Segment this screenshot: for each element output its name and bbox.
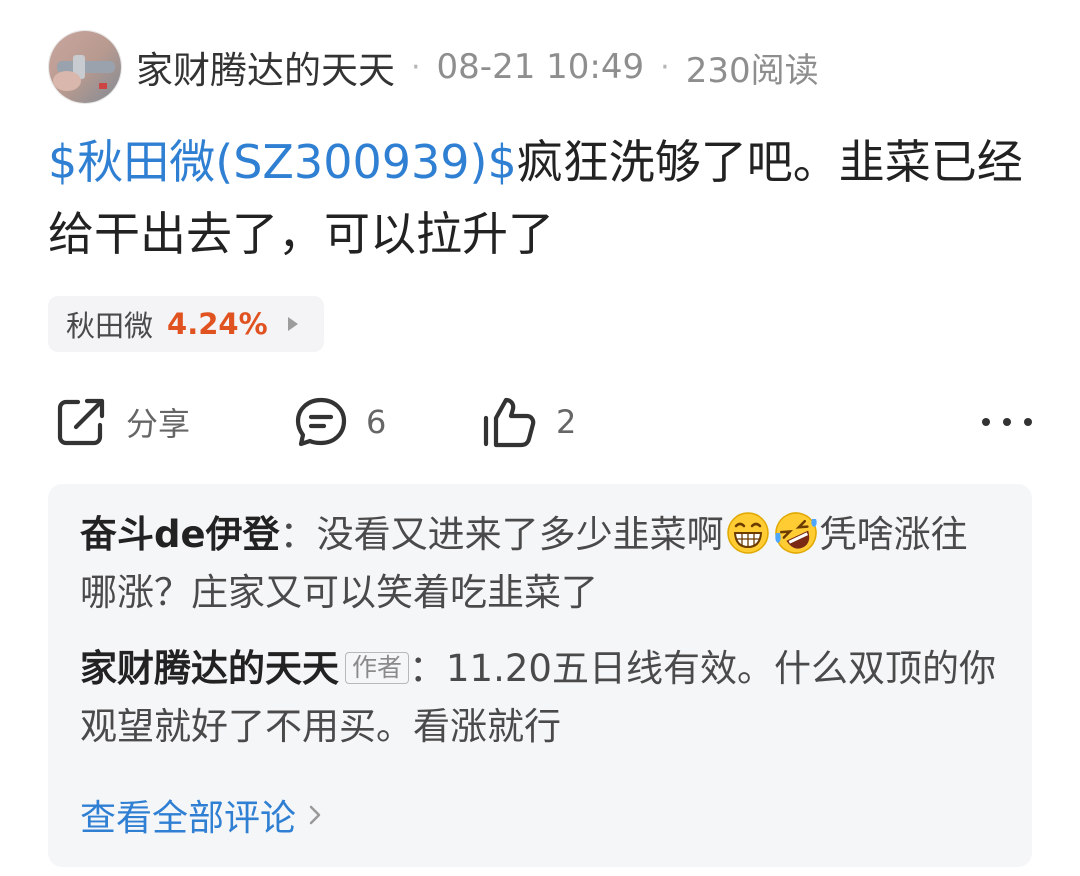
stock-link[interactable]: $秋田微(SZ300939)$ bbox=[48, 135, 517, 189]
post-body: $秋田微(SZ300939)$疯狂洗够了吧。韭菜已经给干出去了，可以拉升了 bbox=[48, 126, 1038, 270]
comment-item[interactable]: 家财腾达的天天 作者 ：11.20五日线有效。什么双顶的你观望就好了不用买。看涨就行 bbox=[80, 640, 1000, 756]
play-arrow-icon bbox=[287, 317, 298, 331]
action-bar: 分享 6 2 bbox=[48, 390, 1032, 454]
more-dots-icon bbox=[982, 418, 990, 426]
comment-text: 没看又进来了多少韭菜啊 bbox=[316, 513, 724, 556]
like-button[interactable]: 2 bbox=[480, 390, 576, 454]
like-count: 2 bbox=[556, 403, 577, 441]
comment-colon: ： bbox=[279, 513, 317, 556]
comment-button[interactable]: 6 bbox=[294, 390, 386, 454]
more-dots-icon bbox=[1024, 418, 1032, 426]
view-all-comments-link[interactable]: 查看全部评论 bbox=[80, 789, 322, 841]
stock-name: 秋田微 bbox=[66, 309, 154, 343]
comment-item[interactable]: 奋斗de伊登：没看又进来了多少韭菜啊 凭啥涨往哪涨？庄家又可以笑着吃韭菜了 bbox=[80, 506, 1000, 622]
author-name[interactable]: 家财腾达的天天 bbox=[136, 40, 395, 94]
chevron-right-icon bbox=[309, 805, 321, 825]
grinning-face-icon bbox=[726, 512, 769, 554]
comment-author[interactable]: 奋斗de伊登 bbox=[80, 513, 280, 556]
thumbs-up-icon bbox=[483, 397, 536, 448]
more-dots-icon bbox=[1003, 418, 1011, 426]
stock-quote-chip[interactable]: 秋田微 4.24% bbox=[48, 296, 324, 352]
comment-colon: ： bbox=[409, 647, 447, 690]
comment-count: 6 bbox=[366, 403, 387, 441]
separator-dot: · bbox=[411, 49, 421, 85]
separator-dot: · bbox=[660, 49, 670, 85]
avatar[interactable] bbox=[48, 30, 122, 104]
rolling-laughing-face-icon bbox=[774, 512, 817, 554]
post-header: 家财腾达的天天 · 08-21 10:49 · 230阅读 bbox=[48, 30, 819, 104]
share-label: 分享 bbox=[126, 405, 191, 443]
view-all-label: 查看全部评论 bbox=[80, 798, 297, 839]
author-badge: 作者 bbox=[345, 652, 410, 684]
comment-author[interactable]: 家财腾达的天天 bbox=[80, 647, 339, 690]
stock-change: 4.24% bbox=[167, 307, 268, 341]
read-count: 230阅读 bbox=[685, 50, 819, 91]
comment-icon bbox=[295, 397, 347, 447]
share-button[interactable]: 分享 bbox=[54, 390, 190, 454]
more-options-button[interactable] bbox=[982, 400, 1032, 444]
post-time: 08-21 10:49 bbox=[436, 47, 645, 87]
share-icon bbox=[57, 398, 105, 446]
comments-preview: 奋斗de伊登：没看又进来了多少韭菜啊 凭啥涨往哪涨？庄家又可以笑着吃韭菜了 家财… bbox=[48, 484, 1032, 867]
post-card: 家财腾达的天天 · 08-21 10:49 · 230阅读 $秋田微(SZ300… bbox=[0, 0, 1080, 876]
avatar-image-icon bbox=[49, 31, 121, 103]
